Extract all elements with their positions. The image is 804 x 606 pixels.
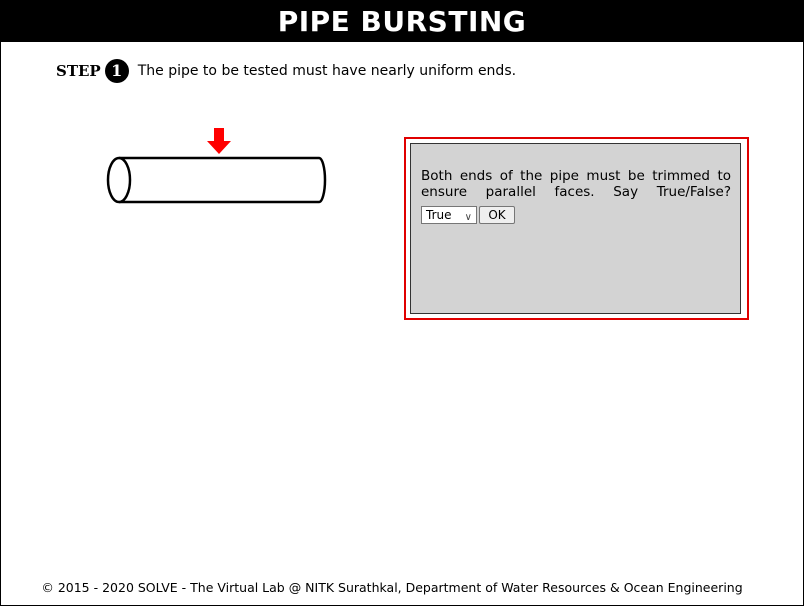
step-instruction: The pipe to be tested must have nearly u… (137, 63, 517, 79)
step-label: STEP (56, 62, 101, 80)
chevron-down-icon: ∨ (464, 212, 472, 223)
step-row: STEP 1 The pipe to be tested must have n… (56, 58, 516, 84)
pipe-cylinder-icon (106, 156, 327, 204)
pipe-diagram (106, 128, 327, 204)
answer-select[interactable]: True ∨ (421, 206, 477, 224)
ok-button[interactable]: OK (479, 206, 515, 224)
page-title: PIPE BURSTING (0, 0, 804, 42)
red-down-arrow-icon (207, 128, 231, 154)
quiz-inner-panel: Both ends of the pipe must be trimmed to… (410, 143, 741, 314)
quiz-question-line-1: Both ends of the pipe must be trimmed to (421, 168, 731, 184)
answer-select-value: True (426, 208, 452, 222)
quiz-panel: Both ends of the pipe must be trimmed to… (404, 137, 749, 320)
quiz-question-line-2: ensure parallel faces. Say True/False? (421, 184, 731, 200)
quiz-controls: True ∨ OK (421, 206, 515, 224)
step-number-badge: 1 (104, 59, 129, 83)
footer-copyright: © 2015 - 2020 SOLVE - The Virtual Lab @ … (41, 580, 743, 595)
